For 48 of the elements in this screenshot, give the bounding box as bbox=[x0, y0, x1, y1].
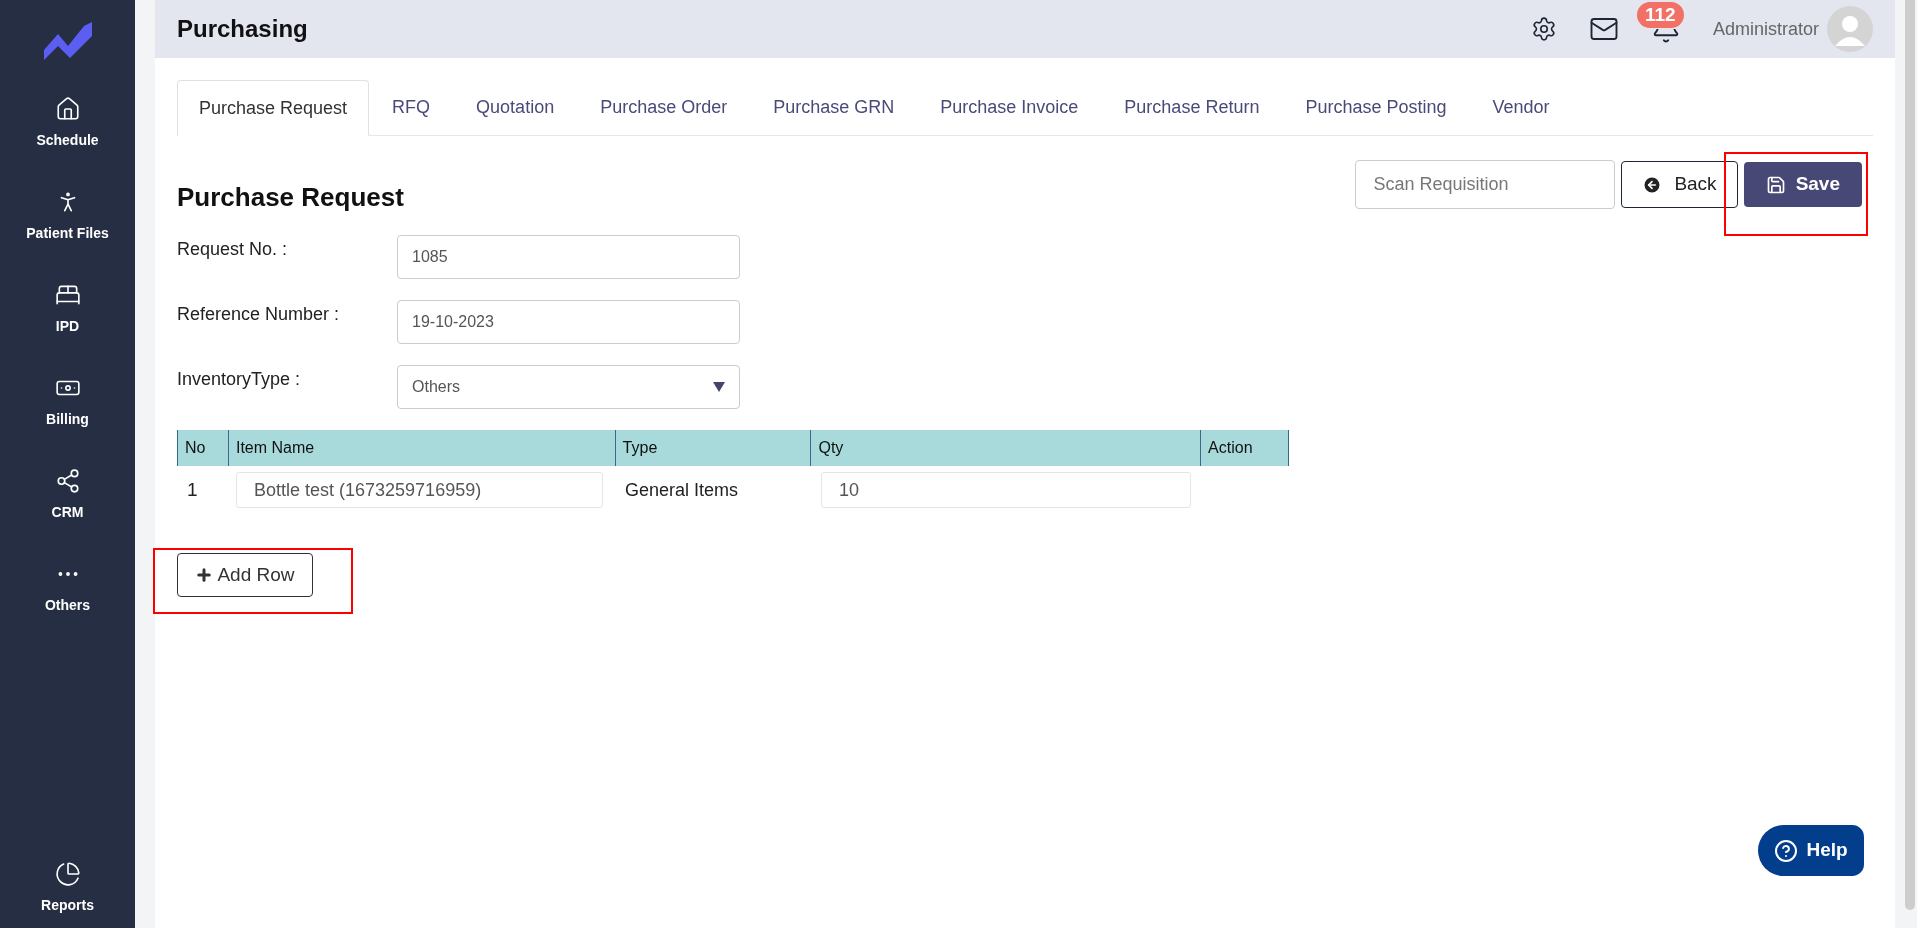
row-number: 1 bbox=[186, 477, 199, 502]
column-header: Qty bbox=[811, 430, 1202, 466]
field-label: InventoryType : bbox=[177, 368, 302, 391]
add-row-button[interactable]: Add Row bbox=[177, 553, 313, 597]
pie-chart-icon[interactable] bbox=[54, 861, 81, 887]
help-icon bbox=[1774, 838, 1799, 863]
scrollbar[interactable] bbox=[1905, 0, 1915, 910]
text-field[interactable]: 19-10-2023 bbox=[397, 300, 740, 344]
column-header: No bbox=[178, 430, 229, 466]
settings-icon[interactable] bbox=[1530, 16, 1557, 42]
qty-field[interactable]: 10 bbox=[821, 472, 1191, 508]
help-button[interactable]: Help bbox=[1758, 825, 1864, 876]
sidebar-item[interactable]: IPD bbox=[55, 316, 80, 337]
column-header: Item Name bbox=[228, 430, 616, 466]
item-name-field[interactable]: Bottle test (1673259716959) bbox=[236, 472, 603, 508]
text-field[interactable]: 1085 bbox=[397, 235, 740, 279]
tab[interactable]: Vendor bbox=[1469, 80, 1573, 135]
user-name[interactable]: Administrator bbox=[1712, 15, 1819, 43]
sidebar-item[interactable]: Patient Files bbox=[26, 223, 109, 244]
column-header: Type bbox=[615, 430, 812, 466]
column-header: Action bbox=[1201, 430, 1289, 466]
scan-requisition-field[interactable]: Scan Requisition bbox=[1355, 160, 1616, 209]
tab[interactable]: Purchase Request bbox=[177, 80, 370, 136]
logo-icon bbox=[43, 22, 92, 60]
tab[interactable]: Purchase Return bbox=[1101, 80, 1283, 135]
field-label: Request No. : bbox=[177, 238, 289, 261]
tab[interactable]: Quotation bbox=[453, 80, 578, 135]
home-icon[interactable] bbox=[54, 96, 81, 122]
sidebar-item[interactable]: Billing bbox=[46, 409, 89, 430]
tab[interactable]: Purchase Posting bbox=[1282, 80, 1470, 135]
back-button[interactable]: Back bbox=[1621, 161, 1738, 208]
tab[interactable]: Purchase GRN bbox=[750, 80, 918, 135]
tab[interactable]: Purchase Order bbox=[577, 80, 751, 135]
sidebar-item[interactable]: Schedule bbox=[36, 130, 99, 151]
save-button[interactable]: Save bbox=[1743, 162, 1862, 207]
plus-icon bbox=[195, 566, 214, 584]
table-cell-text: General Items bbox=[624, 478, 740, 502]
page-title: Purchasing bbox=[177, 14, 308, 44]
tab[interactable]: Purchase Invoice bbox=[917, 80, 1102, 135]
sidebar-item[interactable]: Reports bbox=[41, 895, 94, 916]
tab[interactable]: RFQ bbox=[369, 80, 454, 135]
notification-badge: 112 bbox=[1636, 2, 1684, 28]
sidebar-item[interactable]: CRM bbox=[51, 502, 84, 523]
form-title: Purchase Request bbox=[177, 181, 405, 214]
caret-icon bbox=[713, 382, 725, 392]
sidebar-item[interactable]: Others bbox=[44, 595, 91, 616]
field-label: Reference Number : bbox=[177, 303, 341, 326]
inventory-type-dropdown[interactable]: Others bbox=[397, 365, 740, 409]
